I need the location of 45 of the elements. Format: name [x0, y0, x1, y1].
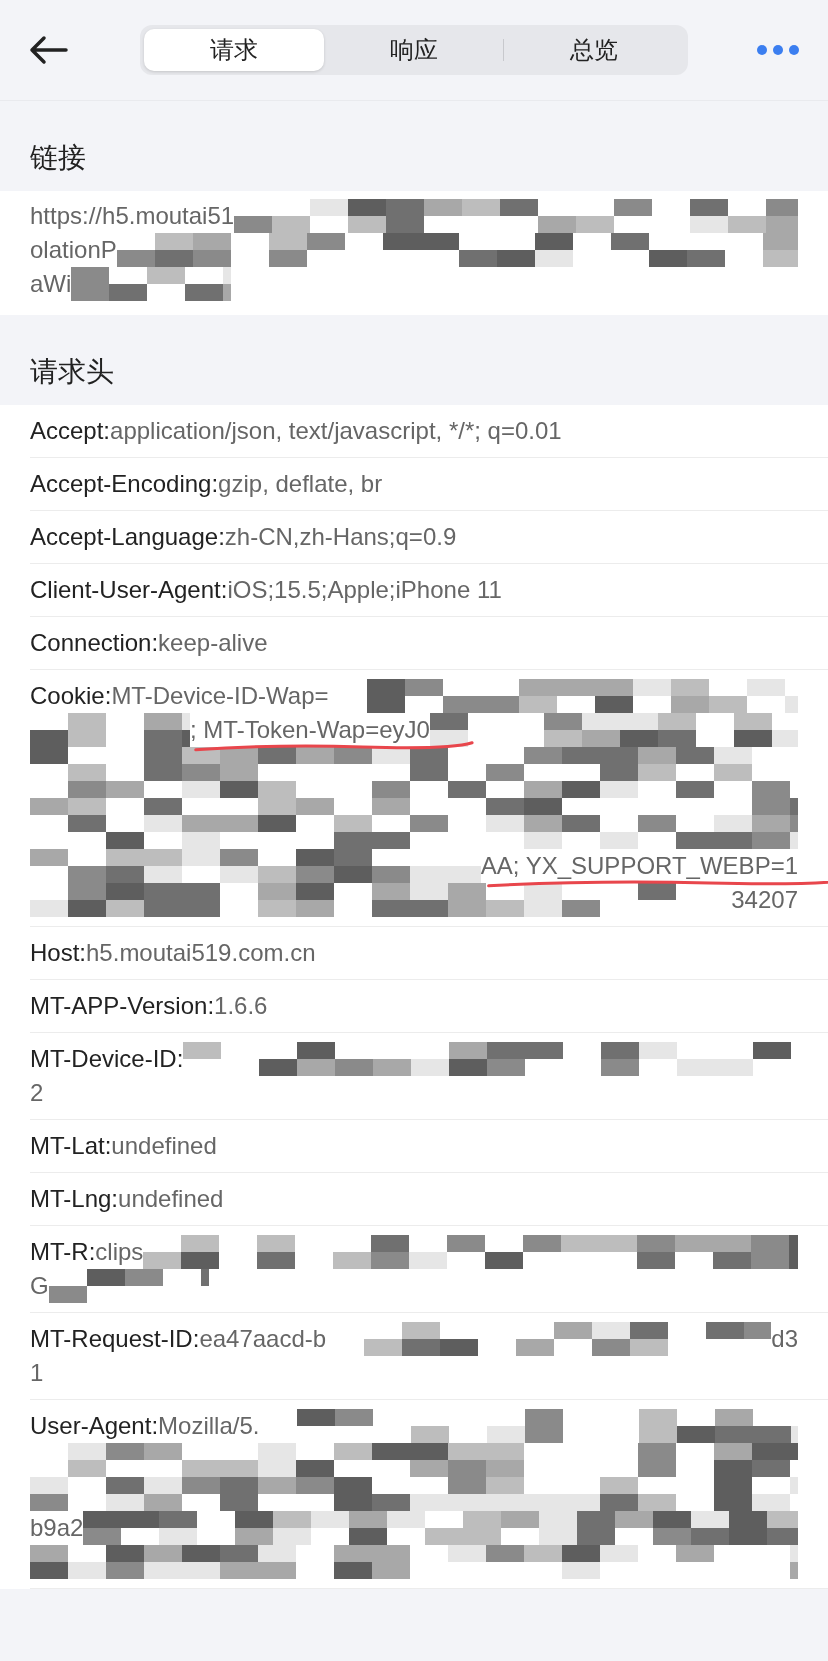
header-name: Connection: [30, 629, 159, 657]
header-name: MT-Lat: [30, 1132, 112, 1160]
header-value: b9a2 [30, 1514, 84, 1542]
header-value: 1.6.6 [214, 992, 268, 1020]
header-value: MT-Device-ID-Wap= [111, 682, 329, 710]
header-value: undefined [118, 1185, 224, 1213]
header-name: Host: [30, 939, 86, 967]
header-name: MT-Device-ID: [30, 1045, 184, 1073]
tab[interactable]: 总览 [504, 29, 684, 71]
header-value: keep-alive [158, 629, 268, 657]
header-value: https://h5.moutai51 [30, 202, 235, 230]
tab[interactable]: 响应 [323, 29, 504, 71]
header-name: Cookie: [30, 682, 112, 710]
header-name: MT-R: [30, 1238, 96, 1266]
more-icon[interactable] [756, 44, 800, 56]
header-value: clips [95, 1238, 144, 1266]
tab[interactable]: 请求 [144, 29, 324, 71]
header-name: Accept-Language: [30, 523, 225, 551]
header-value: h5.moutai519.com.cn [86, 939, 316, 967]
header-value: zh-CN,zh-Hans;q=0.9 [224, 523, 457, 551]
header-value: iOS;15.5;Apple;iPhone 11 [227, 576, 502, 604]
header-name: MT-Request-ID: [30, 1325, 200, 1353]
header-name: Accept: [30, 417, 111, 445]
header-value: 2 [30, 1079, 44, 1107]
header-value: aWi [30, 270, 72, 298]
header-value: undefined [111, 1132, 217, 1160]
header-name: Client-User-Agent: [30, 576, 228, 604]
header-value: G [30, 1272, 49, 1300]
header-value: 34207 [731, 886, 798, 914]
header-value: ; MT-Token-Wap=eyJ0 [190, 716, 430, 744]
header-value: Mozilla/5. [158, 1412, 260, 1440]
header-name: MT-APP-Version: [30, 992, 215, 1020]
header-name: User-Agent: [30, 1412, 159, 1440]
section-title: 请求头 [29, 355, 115, 389]
back-arrow-icon[interactable] [28, 35, 68, 65]
header-value: application/json, text/javascript, */*; q=0.01 [110, 417, 562, 445]
header-value: AA; YX_SUPPORT_WEBP=1 [480, 852, 798, 880]
header-value: 1 [30, 1359, 44, 1387]
header-name: MT-Lng: [30, 1185, 119, 1213]
header-value: olationP [30, 236, 117, 264]
header-value: gzip, deflate, br [218, 470, 383, 498]
section-title: 链接 [29, 141, 87, 175]
header-value: d3 [771, 1325, 798, 1353]
header-value: ea47aacd-b [199, 1325, 327, 1353]
header-name: Accept-Encoding: [30, 470, 219, 498]
